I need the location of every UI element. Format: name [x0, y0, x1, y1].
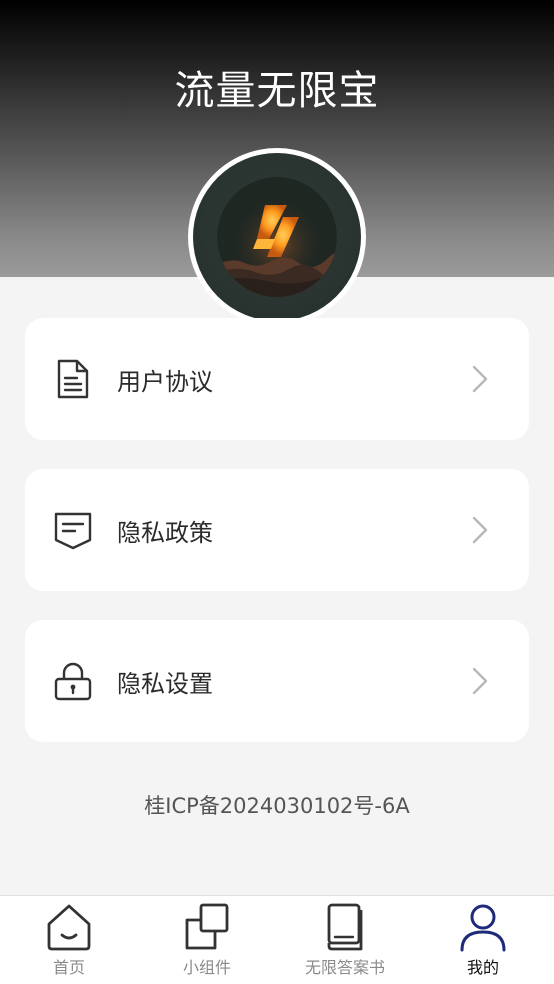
tab-label: 我的: [466, 958, 499, 977]
tab-label: 首页: [52, 958, 85, 977]
tab-label: 无限答案书: [304, 958, 385, 977]
chevron-right-icon: [472, 365, 488, 393]
tab-answer-book[interactable]: 无限答案书: [276, 896, 414, 984]
tab-widgets[interactable]: 小组件: [138, 896, 276, 984]
lock-icon: [54, 662, 92, 701]
user-icon: [460, 904, 506, 952]
menu-item-label: 用户协议: [117, 368, 213, 396]
app-logo: [193, 153, 361, 321]
page-title: 流量无限宝: [174, 68, 380, 114]
profile-page: 流量无限宝 用户协议 隐私政策 隐私设置 桂ICP备2024030102号-6A…: [0, 0, 554, 984]
menu-item-user-agreement[interactable]: 用户协议: [25, 318, 529, 440]
book-icon: [327, 903, 363, 951]
menu-item-label: 隐私设置: [117, 670, 213, 698]
app-avatar: [188, 148, 366, 326]
menu-item-privacy-policy[interactable]: 隐私政策: [25, 469, 529, 591]
logo-icon: [217, 177, 337, 297]
message-shield-icon: [54, 512, 92, 550]
document-icon: [57, 359, 89, 399]
chevron-right-icon: [472, 667, 488, 695]
tab-mine[interactable]: 我的: [414, 896, 552, 984]
menu-item-label: 隐私政策: [117, 519, 213, 547]
icp-license-text: 桂ICP备2024030102号-6A: [144, 794, 410, 818]
widget-icon: [185, 903, 229, 950]
chevron-right-icon: [472, 516, 488, 544]
bottom-tab-bar: 首页 小组件 无限答案书 我的: [0, 895, 554, 984]
menu-item-privacy-settings[interactable]: 隐私设置: [25, 620, 529, 742]
tab-home[interactable]: 首页: [0, 896, 138, 984]
home-icon: [47, 904, 91, 951]
tab-label: 小组件: [182, 958, 231, 977]
